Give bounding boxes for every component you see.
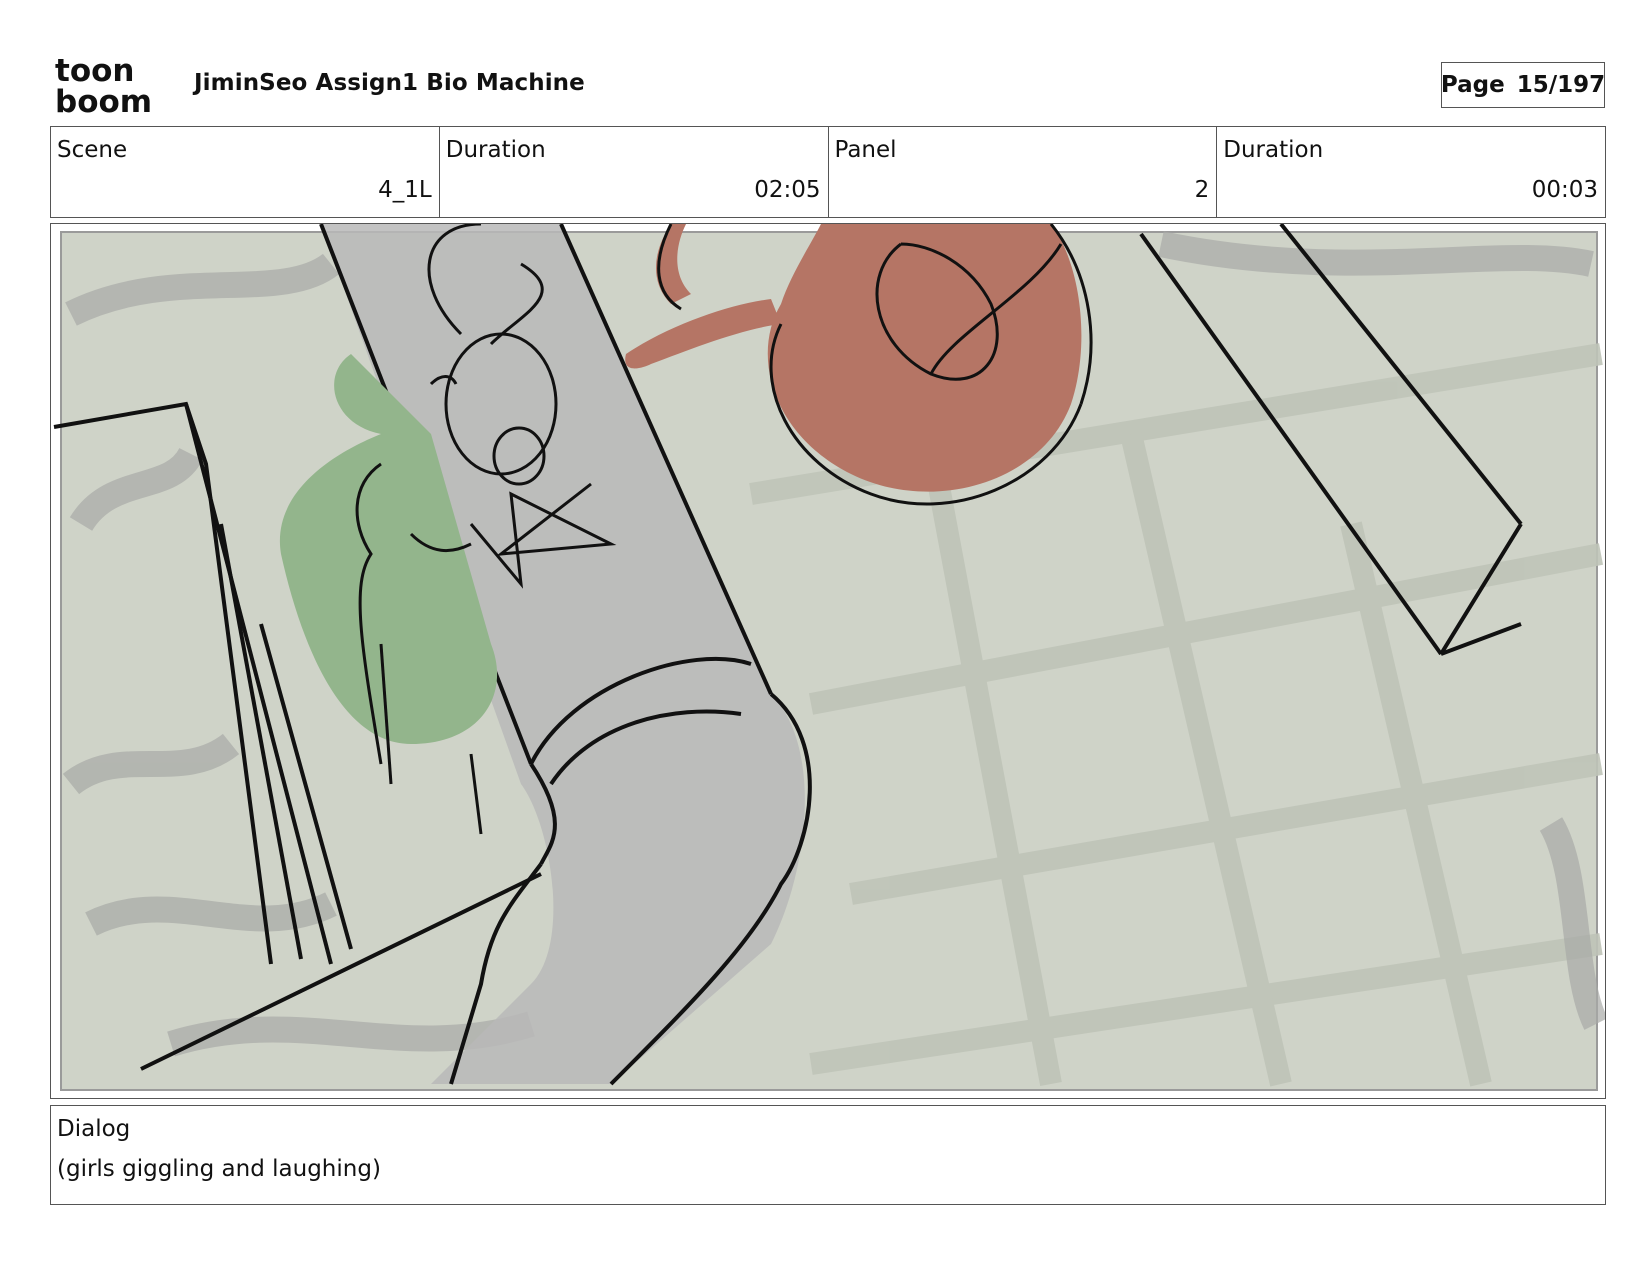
- page-label: Page: [1440, 72, 1505, 98]
- scene-duration-cell: Duration 02:05: [440, 127, 829, 217]
- panel-duration-cell: Duration 00:03: [1217, 127, 1605, 217]
- dialog-section: Dialog (girls giggling and laughing): [50, 1105, 1606, 1205]
- panel-duration-label: Duration: [1223, 137, 1324, 163]
- scene-duration-label: Duration: [445, 137, 546, 163]
- page-indicator: Page 15/197: [1441, 62, 1605, 108]
- scene-info-row: Scene 4_1L Duration 02:05 Panel 2 Durati…: [50, 126, 1606, 218]
- logo-text-bottom: boom: [55, 84, 152, 116]
- scene-value: 4_1L: [378, 177, 432, 203]
- panel-label: Panel: [834, 137, 897, 163]
- panel-value: 2: [1194, 177, 1210, 203]
- toonboom-logo: toon boom: [55, 54, 152, 116]
- scene-label: Scene: [57, 137, 128, 163]
- scene-duration-value: 02:05: [754, 177, 821, 203]
- panel-cell: Panel 2: [829, 127, 1218, 217]
- dialog-label: Dialog: [57, 1116, 131, 1142]
- storyboard-sketch: [51, 224, 1605, 1098]
- scene-cell: Scene 4_1L: [51, 127, 440, 217]
- storyboard-panel-image: [50, 223, 1606, 1099]
- project-title: JiminSeo Assign1 Bio Machine: [194, 70, 585, 96]
- page-number: 15/197: [1516, 72, 1606, 98]
- dialog-text: (girls giggling and laughing): [57, 1156, 381, 1182]
- panel-duration-value: 00:03: [1531, 177, 1598, 203]
